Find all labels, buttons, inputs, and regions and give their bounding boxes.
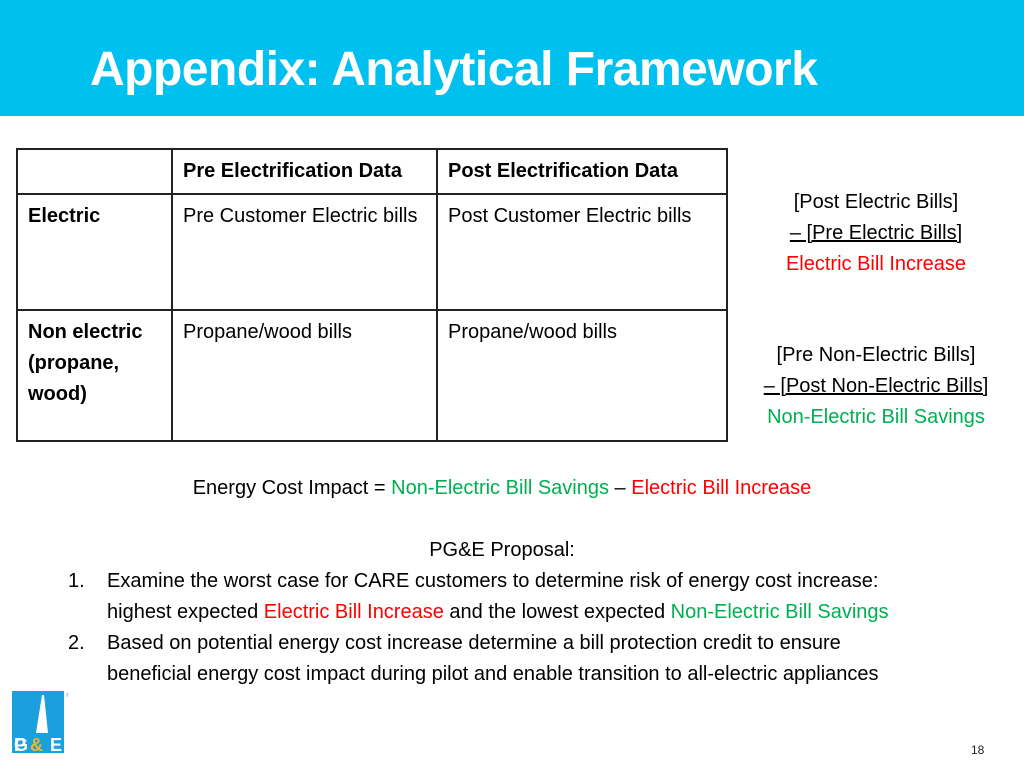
item-highlight-savings: Non-Electric Bill Savings bbox=[670, 601, 889, 623]
list-item: 1. Examine the worst case for CARE custo… bbox=[60, 566, 930, 628]
proposal-list: 1. Examine the worst case for CARE custo… bbox=[60, 566, 930, 690]
list-number: 2. bbox=[68, 632, 85, 654]
row-label-non-electric: Non electric (propane, wood) bbox=[16, 309, 173, 442]
list-number: 1. bbox=[68, 570, 85, 592]
item-text: Based on potential energy cost increase … bbox=[107, 632, 879, 685]
table-row: Non electric (propane, wood) Propane/woo… bbox=[16, 309, 728, 442]
row-label-electric: Electric bbox=[16, 193, 173, 311]
impact-prefix: Energy Cost Impact = bbox=[192, 477, 392, 499]
svg-text:E: E bbox=[50, 735, 62, 755]
svg-text:&: & bbox=[30, 735, 43, 755]
cell-pre-non-electric: Propane/wood bills bbox=[171, 309, 438, 442]
formula-result-savings: Non-Electric Bill Savings bbox=[767, 406, 985, 428]
formula-line: [Pre Non-Electric Bills] bbox=[776, 344, 976, 366]
list-item: 2. Based on potential energy cost increa… bbox=[60, 628, 930, 690]
energy-cost-impact: Energy Cost Impact = Non-Electric Bill S… bbox=[0, 473, 1004, 504]
impact-operator: – bbox=[608, 477, 632, 499]
proposal-title: PG&E Proposal: bbox=[429, 539, 575, 561]
svg-text:PG: PG bbox=[14, 735, 28, 755]
framework-table: Pre Electrification Data Post Electrific… bbox=[16, 148, 728, 442]
formula-subtrahend: – [Post Non-Electric Bills] bbox=[763, 375, 989, 397]
header-post: Post Electrification Data bbox=[436, 148, 728, 195]
electric-formula: [Post Electric Bills] – [Pre Electric Bi… bbox=[740, 187, 1012, 280]
page-number: 18 bbox=[971, 743, 985, 757]
slide-title: Appendix: Analytical Framework bbox=[90, 43, 818, 96]
item-highlight-increase: Electric Bill Increase bbox=[263, 601, 444, 623]
cell-post-non-electric: Propane/wood bills bbox=[436, 309, 728, 442]
pge-logo-icon: ® PG & E bbox=[12, 689, 70, 755]
formula-line: [Post Electric Bills] bbox=[793, 191, 959, 213]
formula-result-increase: Electric Bill Increase bbox=[785, 253, 967, 275]
non-electric-formula: [Pre Non-Electric Bills] – [Post Non-Ele… bbox=[740, 340, 1012, 433]
item-text: and the lowest expected bbox=[443, 601, 671, 623]
svg-text:®: ® bbox=[66, 692, 68, 699]
impact-savings: Non-Electric Bill Savings bbox=[391, 477, 609, 499]
cell-pre-electric: Pre Customer Electric bills bbox=[171, 193, 438, 311]
formula-subtrahend: – [Pre Electric Bills] bbox=[789, 222, 963, 244]
header-pre: Pre Electrification Data bbox=[171, 148, 438, 195]
table-row: Electric Pre Customer Electric bills Pos… bbox=[16, 193, 728, 311]
impact-increase: Electric Bill Increase bbox=[631, 477, 812, 499]
title-bar: Appendix: Analytical Framework bbox=[0, 0, 1024, 116]
table-header-row: Pre Electrification Data Post Electrific… bbox=[16, 148, 728, 195]
cell-post-electric: Post Customer Electric bills bbox=[436, 193, 728, 311]
header-empty-cell bbox=[16, 148, 173, 195]
